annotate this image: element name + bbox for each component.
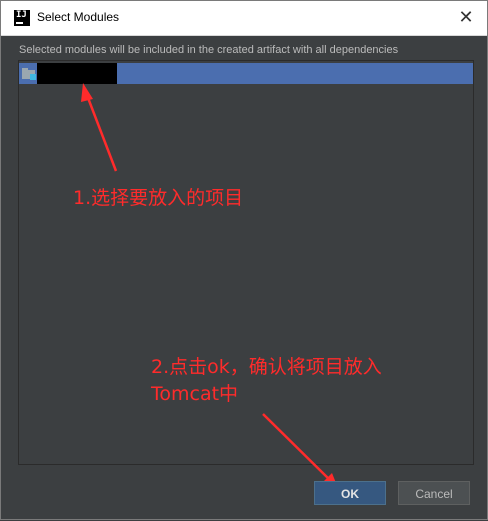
annotation-arrows: [81, 83, 338, 488]
annotation-arrow-2: [262, 413, 338, 488]
ok-button[interactable]: OK: [314, 481, 386, 505]
cancel-button[interactable]: Cancel: [398, 481, 470, 505]
annotation-arrow-1: [81, 83, 118, 172]
select-modules-dialog: IJ Select Modules ✕ Selected modules wil…: [0, 0, 488, 520]
